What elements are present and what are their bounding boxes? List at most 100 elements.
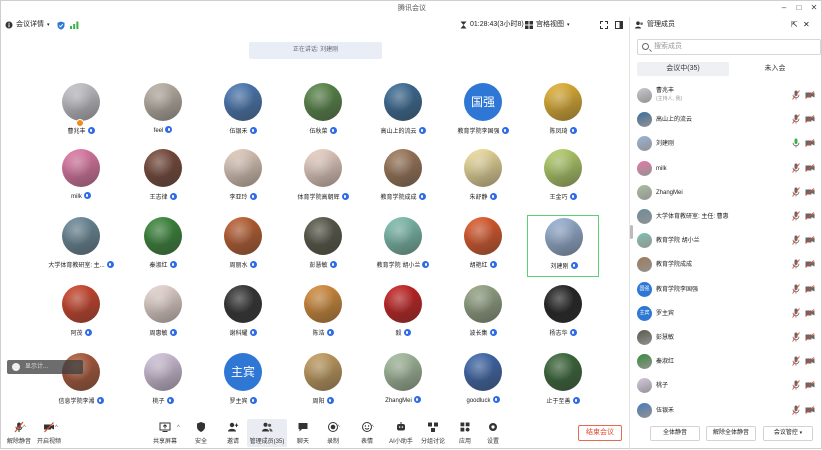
toolbar-button-share-screen[interactable]: 共享屏幕 [147,419,183,447]
member-row[interactable]: ZhangMei [635,183,821,203]
chevron-up-icon[interactable]: ^ [337,425,340,431]
member-camera-icon[interactable] [805,333,815,341]
participant-tile[interactable]: 杨志华 [527,283,599,345]
member-row[interactable]: 教育学院成成 [635,255,821,275]
member-camera-icon[interactable] [805,163,815,172]
toolbar-button-emoji[interactable]: 表情 [349,419,385,447]
member-camera-icon[interactable] [805,139,815,148]
member-camera-icon[interactable] [805,187,815,196]
participant-tile[interactable]: 教育学院成成 [367,147,439,209]
member-row[interactable]: 秦淑红 [635,352,821,372]
close-icon[interactable]: ✕ [809,3,819,13]
member-mic-icon[interactable] [792,162,800,173]
member-mic-icon[interactable] [792,187,800,197]
participant-tile[interactable]: 教育学院 胡小兰 [367,215,439,277]
fullscreen-button[interactable] [600,17,608,33]
member-row[interactable]: 高山上的流云 [635,110,821,130]
participant-tile[interactable]: ZhangMei [367,351,439,413]
participant-tile[interactable]: 伍银禾 [207,81,279,143]
popout-icon[interactable]: ⇱ [791,17,798,33]
toolbar-button-shield[interactable]: 安全 [183,419,219,447]
participant-tile[interactable]: 胡艳红 [447,215,519,277]
participant-tile[interactable]: 彭慧敏 [287,215,359,277]
member-camera-icon[interactable] [805,405,815,414]
participant-tile[interactable]: 毅 [367,283,439,345]
member-row[interactable]: 教育学院 胡小兰 [635,231,821,251]
member-mic-icon[interactable] [792,138,800,148]
member-row[interactable]: 彭慧敏 [635,328,821,348]
participant-tile[interactable]: 大学体育教研室: 主... [45,215,117,277]
member-mic-icon[interactable] [792,211,800,221]
member-row[interactable]: 刘建刚 [635,134,821,154]
participant-tile[interactable]: 周阳 [287,351,359,413]
panel-close-icon[interactable]: ✕ [803,17,810,33]
participant-tile[interactable]: 伍秋菜 [287,81,359,143]
member-camera-icon[interactable] [805,91,815,99]
member-camera-icon[interactable] [805,260,815,269]
participant-tile[interactable]: 朱舒静 [447,147,519,209]
participant-tile[interactable]: 波长集 [447,283,519,345]
participant-tile[interactable]: 高山上的流云 [367,81,439,143]
participant-tile[interactable]: 体育学院高朝辉 [287,147,359,209]
member-mic-icon[interactable] [792,356,800,366]
participant-tile[interactable]: 刘建刚 [527,215,599,277]
chevron-up-icon[interactable]: ^ [55,425,58,431]
chevron-up-icon[interactable]: ^ [177,425,180,431]
tab-in-meeting[interactable]: 会议中(35) [637,62,729,76]
participant-tile[interactable]: 桃子 [127,351,199,413]
toolbar-button-breakout[interactable]: 分组讨论 [415,419,451,447]
tab-not-joined[interactable]: 未入会 [729,62,821,76]
member-mic-icon[interactable] [792,90,800,100]
chevron-up-icon[interactable]: ^ [371,425,374,431]
member-row[interactable]: 主宾 罗主宾 [635,304,821,324]
member-camera-icon[interactable] [805,236,815,245]
member-mic-icon[interactable] [792,283,800,294]
chevron-up-icon[interactable]: ^ [23,425,26,431]
participant-tile[interactable]: milk [45,147,117,209]
member-row[interactable]: 伍银禾 [635,401,821,421]
view-mode-button[interactable]: 宫格视图 ▾ [525,17,570,33]
meeting-timer[interactable]: 01:28:43(3小时8) [460,17,524,33]
minimize-icon[interactable]: – [779,3,789,13]
member-row[interactable]: milk [635,159,821,179]
member-camera-icon[interactable] [805,357,815,366]
participant-tile[interactable]: feel [127,81,199,143]
participant-tile[interactable]: 周惠敏 [127,283,199,345]
member-mic-icon[interactable] [792,332,800,342]
notification-toast[interactable]: 显示计... [7,360,83,374]
participant-tile[interactable]: 国强 教育学院李国强 [447,81,519,143]
member-camera-icon[interactable] [805,212,815,220]
meeting-info-button[interactable]: 会议详情 ▾ [5,17,50,33]
network-signal[interactable] [70,17,79,33]
member-row[interactable]: 曹兆丰 (主持人, 我) [635,86,821,106]
member-camera-icon[interactable] [805,308,815,317]
member-mic-icon[interactable] [792,308,800,318]
toolbar-button-record[interactable]: 录制 [315,419,351,447]
participant-tile[interactable]: 李亚玲 [207,147,279,209]
participant-tile[interactable]: 主宾 罗主宾 [207,351,279,413]
member-mic-icon[interactable] [792,380,800,391]
participant-tile[interactable]: 曹兆丰 [45,81,117,143]
toolbar-button-members[interactable]: 管理成员(35) [247,419,287,447]
participant-tile[interactable]: 王志律 [127,147,199,209]
grid-scrollbar[interactable] [630,225,633,239]
mute-all-button[interactable]: 全体静音 [650,426,700,441]
member-camera-icon[interactable] [805,284,815,293]
member-row[interactable]: 国强 教育学院李国强 [635,280,821,300]
participant-tile[interactable]: 阿茂 [45,283,117,345]
maximize-icon[interactable]: □ [794,3,804,13]
participant-tile[interactable]: 陈凤琦 [527,81,599,143]
participant-tile[interactable]: 止于至善 [527,351,599,413]
participant-tile[interactable]: 王金巧 [527,147,599,209]
participant-tile[interactable]: goodluck [447,351,519,413]
toolbar-button-settings[interactable]: 设置 [475,419,511,447]
security-status[interactable] [57,17,65,33]
member-search-input[interactable]: 搜索成员 [637,39,821,55]
toolbar-button-invite[interactable]: 邀请 [215,419,251,447]
participant-tile[interactable]: 陈浩 [287,283,359,345]
member-mic-icon[interactable] [792,404,800,415]
participant-tile[interactable]: 谢科耀 [207,283,279,345]
participant-tile[interactable]: 秦淑红 [127,215,199,277]
unmute-all-button[interactable]: 解除全体静音 [706,426,756,441]
toolbar-button-camera-off[interactable]: 开启视频 [31,419,67,447]
